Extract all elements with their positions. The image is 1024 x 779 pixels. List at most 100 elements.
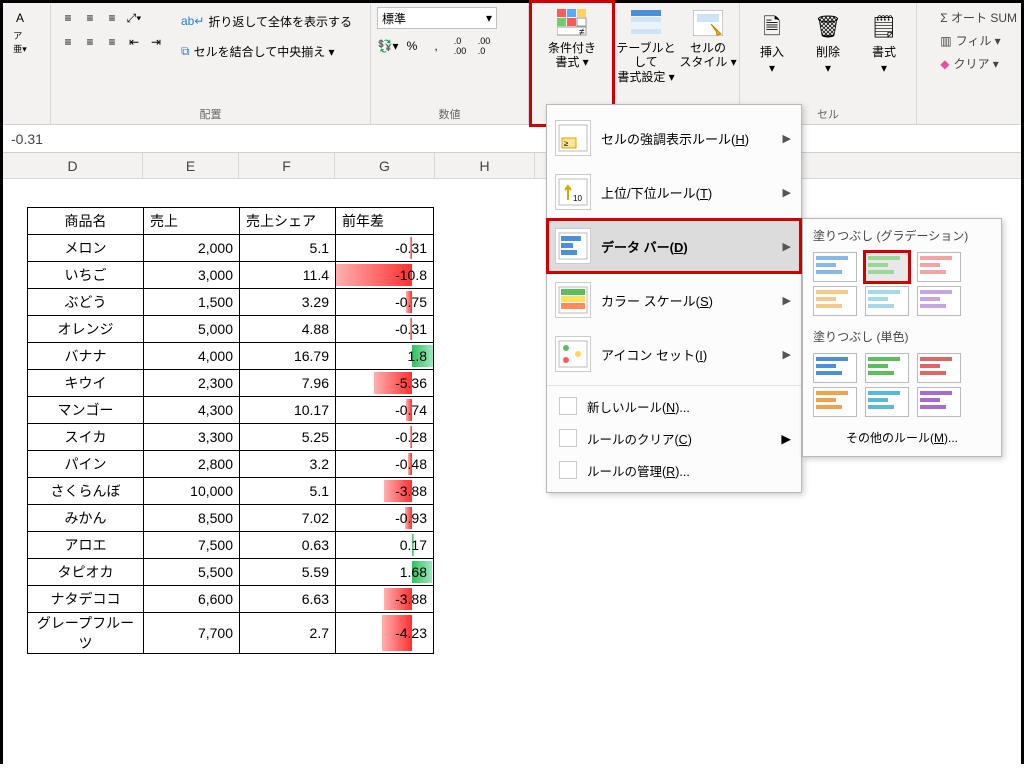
svg-text:≠: ≠: [579, 27, 585, 37]
table-row[interactable]: ナタデココ6,6006.63-3.88: [28, 586, 434, 613]
align-center-icon[interactable]: ≡: [79, 31, 101, 53]
more-rules-link[interactable]: その他のルール(M)...: [811, 419, 993, 446]
alignment-group: ≡ ≡ ≡ ⤢▾ ≡ ≡ ≡ ⇤ ⇥ ab↵ 折り返して全体を表示する: [51, 3, 371, 124]
column-header-F[interactable]: F: [239, 153, 335, 178]
column-header-H[interactable]: H: [435, 153, 535, 178]
table-row[interactable]: オレンジ5,0004.88-0.31: [28, 316, 434, 343]
align-bottom-icon[interactable]: ≡: [101, 7, 123, 29]
solid-purple-swatch[interactable]: [917, 387, 961, 417]
fill-button[interactable]: ▥フィル ▾: [940, 32, 1017, 49]
menu-new-rule[interactable]: 新しいルール(N)...: [547, 390, 801, 422]
wrap-text-icon: ab↵: [181, 14, 204, 28]
gradient-purple-swatch[interactable]: [917, 286, 961, 316]
table-row[interactable]: バナナ4,00016.791.8: [28, 343, 434, 370]
table-row[interactable]: スイカ3,3005.25-0.28: [28, 424, 434, 451]
menu-top-bottom-rules[interactable]: 10 上位/下位ルール(T) ▶: [547, 165, 801, 219]
fill-icon: ▥: [940, 34, 951, 48]
solid-orange-swatch[interactable]: [813, 387, 857, 417]
merge-center-label: セルを結合して中央揃え ▾: [194, 43, 335, 60]
formula-bar[interactable]: -0.31: [3, 125, 1021, 153]
gradient-orange-swatch[interactable]: [813, 286, 857, 316]
gradient-blue-swatch[interactable]: [813, 252, 857, 282]
increase-decimal-icon[interactable]: .0.00: [449, 35, 471, 57]
align-right-icon[interactable]: ≡: [101, 31, 123, 53]
chevron-right-icon: ▶: [781, 431, 791, 446]
menu-data-bars[interactable]: データ バー(D) ▶: [547, 219, 801, 273]
column-headers: DEFGH: [3, 153, 1021, 179]
gradient-lightblue-swatch[interactable]: [865, 286, 909, 316]
table-row[interactable]: メロン2,0005.1-0.31: [28, 235, 434, 262]
manage-rules-icon: [559, 461, 577, 479]
chevron-right-icon: ▶: [783, 348, 791, 361]
chevron-right-icon: ▶: [783, 294, 791, 307]
format-as-table-icon: [630, 7, 662, 39]
align-left-icon[interactable]: ≡: [57, 31, 79, 53]
conditional-formatting-button[interactable]: ≠ 条件付き 書式 ▾: [532, 3, 612, 100]
insert-button[interactable]: 🗎 挿入▾: [746, 7, 798, 93]
conditional-formatting-menu: ≥ セルの強調表示ルール(H) ▶ 10 上位/下位ルール(T) ▶ データ バ…: [546, 104, 802, 493]
solid-green-swatch[interactable]: [865, 353, 909, 383]
column-header-G[interactable]: G: [335, 153, 435, 178]
font-settings-icon[interactable]: ア亜▾: [9, 31, 31, 53]
header-name[interactable]: 商品名: [28, 208, 144, 235]
menu-label: アイコン セット(I): [601, 345, 707, 364]
table-row[interactable]: キウイ2,3007.96-5.36: [28, 370, 434, 397]
clear-button[interactable]: ◆クリア ▾: [940, 55, 1017, 72]
solid-fill-title: 塗りつぶし (単色): [811, 326, 993, 351]
icon-sets-icon: [555, 336, 591, 372]
merge-center-button[interactable]: ⧉ セルを結合して中央揃え ▾: [177, 37, 356, 65]
number-format-select[interactable]: 標準 ▾: [377, 7, 497, 29]
table-row[interactable]: タピオカ5,5005.591.68: [28, 559, 434, 586]
menu-color-scales[interactable]: カラー スケール(S) ▶: [547, 273, 801, 327]
table-row[interactable]: マンゴー4,30010.17-0.74: [28, 397, 434, 424]
decrease-decimal-icon[interactable]: .00.0: [473, 35, 495, 57]
cell-styles-label: セルの スタイル ▾: [679, 41, 736, 70]
gradient-fill-title: 塗りつぶし (グラデーション): [811, 225, 993, 250]
align-top-icon[interactable]: ≡: [57, 7, 79, 29]
wrap-text-button[interactable]: ab↵ 折り返して全体を表示する: [177, 7, 356, 35]
data-table: 商品名売上売上シェア前年差メロン2,0005.1-0.31いちご3,00011.…: [27, 207, 434, 654]
autosum-button[interactable]: Σ オート SUM: [940, 9, 1017, 26]
menu-manage-rules[interactable]: ルールの管理(R)...: [547, 454, 801, 486]
format-button[interactable]: 🗒 書式▾: [858, 7, 910, 93]
column-header-E[interactable]: E: [143, 153, 239, 178]
wrap-text-label: 折り返して全体を表示する: [208, 13, 352, 30]
menu-icon-sets[interactable]: アイコン セット(I) ▶: [547, 327, 801, 381]
table-row[interactable]: みかん8,5007.02-0.93: [28, 505, 434, 532]
increase-font-icon[interactable]: A: [9, 7, 31, 29]
menu-label: カラー スケール(S): [601, 291, 713, 310]
table-row[interactable]: いちご3,00011.4-10.8: [28, 262, 434, 289]
highlight-cells-icon: ≥: [555, 120, 591, 156]
header-sales[interactable]: 売上: [144, 208, 240, 235]
accounting-format-icon[interactable]: 💱▾: [377, 35, 399, 57]
header-share[interactable]: 売上シェア: [240, 208, 336, 235]
column-header-D[interactable]: D: [3, 153, 143, 178]
solid-lightblue-swatch[interactable]: [865, 387, 909, 417]
solid-blue-swatch[interactable]: [813, 353, 857, 383]
solid-red-swatch[interactable]: [917, 353, 961, 383]
indent-increase-icon[interactable]: ⇥: [145, 31, 167, 53]
format-label: 書式: [872, 45, 896, 59]
gradient-green-swatch[interactable]: [865, 252, 909, 282]
indent-decrease-icon[interactable]: ⇤: [123, 31, 145, 53]
cell-styles-icon: [692, 7, 724, 39]
menu-clear-rules[interactable]: ルールのクリア(C) ▶: [547, 422, 801, 454]
table-row[interactable]: パイン2,8003.2-0.48: [28, 451, 434, 478]
format-as-table-button[interactable]: テーブルとして 書式設定 ▾: [615, 3, 677, 89]
chevron-right-icon: ▶: [783, 186, 791, 199]
gradient-red-swatch[interactable]: [917, 252, 961, 282]
header-diff[interactable]: 前年差: [336, 208, 434, 235]
menu-highlight-cells-rules[interactable]: ≥ セルの強調表示ルール(H) ▶: [547, 111, 801, 165]
delete-button[interactable]: 🗑 削除▾: [802, 7, 854, 93]
table-row[interactable]: さくらんぼ10,0005.1-3.88: [28, 478, 434, 505]
table-row[interactable]: アロエ7,5000.630.17: [28, 532, 434, 559]
svg-text:≥: ≥: [564, 139, 569, 148]
align-middle-icon[interactable]: ≡: [79, 7, 101, 29]
comma-format-icon[interactable]: ,: [425, 35, 447, 57]
cell-styles-button[interactable]: セルの スタイル ▾: [677, 3, 739, 89]
orientation-icon[interactable]: ⤢▾: [123, 7, 145, 29]
table-row[interactable]: グレープフルーツ7,7002.7-4.23: [28, 613, 434, 654]
table-row[interactable]: ぶどう1,5003.29-0.75: [28, 289, 434, 316]
percent-format-icon[interactable]: %: [401, 35, 423, 57]
color-scales-icon: [555, 282, 591, 318]
